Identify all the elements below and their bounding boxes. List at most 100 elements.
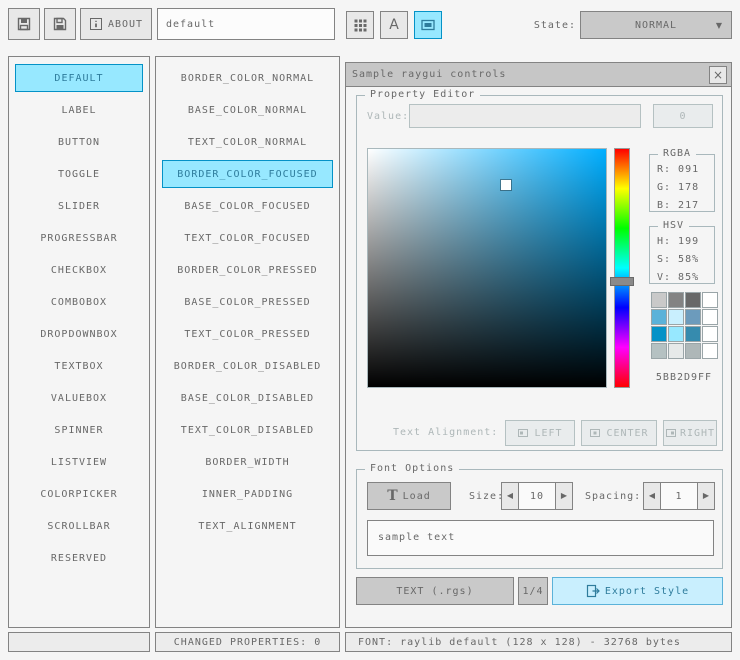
sample-controls-window: Sample raygui controls × Property Editor…	[345, 62, 732, 628]
spacing-label: Spacing:	[585, 491, 642, 502]
list-item-base_color_normal[interactable]: BASE_COLOR_NORMAL	[162, 96, 333, 124]
palette-swatch[interactable]	[668, 343, 684, 359]
style-table-view-button[interactable]	[346, 11, 374, 39]
size-increment-button[interactable]: ▶	[555, 482, 573, 510]
palette-swatch[interactable]	[668, 326, 684, 342]
list-item-text_color_focused[interactable]: TEXT_COLOR_FOCUSED	[162, 224, 333, 252]
color-picker-cursor[interactable]	[501, 179, 512, 190]
list-item-slider[interactable]: SLIDER	[15, 192, 143, 220]
chevron-down-icon: ▼	[715, 21, 722, 30]
palette-swatch[interactable]	[702, 343, 718, 359]
hue-slider-handle[interactable]	[610, 276, 634, 286]
save-icon	[51, 15, 69, 33]
list-item-border_color_focused[interactable]: BORDER_COLOR_FOCUSED	[162, 160, 333, 188]
list-item-border_color_disabled[interactable]: BORDER_COLOR_DISABLED	[162, 352, 333, 380]
list-item-valuebox[interactable]: VALUEBOX	[15, 384, 143, 412]
save-file-button[interactable]	[44, 8, 76, 40]
control-types-list: DEFAULT LABEL BUTTON TOGGLE SLIDER PROGRESSBA…	[8, 56, 150, 628]
export-format-button[interactable]: TEXT (.rgs)	[356, 577, 514, 605]
load-font-button[interactable]: T Load	[367, 482, 451, 510]
rgba-title: RGBA	[658, 147, 697, 161]
list-item-progressbar[interactable]: PROGRESSBAR	[15, 224, 143, 252]
palette-swatch[interactable]	[668, 292, 684, 308]
list-item-checkbox[interactable]: CHECKBOX	[15, 256, 143, 284]
align-left-button[interactable]: LEFT	[505, 420, 575, 446]
window-titlebar[interactable]: Sample raygui controls ×	[346, 63, 731, 87]
palette-swatch[interactable]	[685, 326, 701, 342]
load-file-button[interactable]	[8, 8, 40, 40]
palette-swatch[interactable]	[651, 292, 667, 308]
list-item-listview[interactable]: LISTVIEW	[15, 448, 143, 476]
list-item-textbox[interactable]: TEXTBOX	[15, 352, 143, 380]
spacing-decrement-button[interactable]: ◀	[643, 482, 661, 510]
font-load-icon: T	[387, 488, 398, 504]
color-saturation-value-panel[interactable]	[367, 148, 607, 388]
palette-swatch[interactable]	[685, 343, 701, 359]
palette-swatch[interactable]	[651, 343, 667, 359]
export-icon	[586, 584, 600, 598]
palette-swatch[interactable]	[702, 292, 718, 308]
export-style-button[interactable]: Export Style	[552, 577, 723, 605]
list-item-button[interactable]: BUTTON	[15, 128, 143, 156]
value-value: V: 85%	[657, 272, 700, 283]
property-editor-title: Property Editor	[365, 88, 481, 102]
list-item-default[interactable]: DEFAULT	[15, 64, 143, 92]
align-center-button[interactable]: CENTER	[581, 420, 657, 446]
status-font-info: FONT: raylib default (128 x 128) - 32768…	[345, 632, 732, 652]
list-item-dropdownbox[interactable]: DROPDOWNBOX	[15, 320, 143, 348]
value-input[interactable]	[409, 104, 641, 128]
letter-a-icon: A	[389, 17, 399, 33]
font-view-button[interactable]: A	[380, 11, 408, 39]
color-palette-grid	[651, 292, 719, 360]
list-item-toggle[interactable]: TOGGLE	[15, 160, 143, 188]
list-item-scrollbar[interactable]: SCROLLBAR	[15, 512, 143, 540]
list-item-base_color_pressed[interactable]: BASE_COLOR_PRESSED	[162, 288, 333, 316]
list-item-border_width[interactable]: BORDER_WIDTH	[162, 448, 333, 476]
list-item-border_color_pressed[interactable]: BORDER_COLOR_PRESSED	[162, 256, 333, 284]
list-item-border_color_normal[interactable]: BORDER_COLOR_NORMAL	[162, 64, 333, 92]
size-decrement-button[interactable]: ◀	[501, 482, 519, 510]
align-right-button[interactable]: RIGHT	[663, 420, 717, 446]
list-item-reserved[interactable]: RESERVED	[15, 544, 143, 572]
palette-swatch[interactable]	[668, 309, 684, 325]
list-item-inner_padding[interactable]: INNER_PADDING	[162, 480, 333, 508]
palette-swatch[interactable]	[685, 309, 701, 325]
list-item-text_color_disabled[interactable]: TEXT_COLOR_DISABLED	[162, 416, 333, 444]
hue-value: H: 199	[657, 236, 700, 247]
align-right-icon	[665, 427, 677, 439]
palette-swatch[interactable]	[651, 326, 667, 342]
right-arrow-icon: ▶	[702, 491, 710, 500]
list-item-text_color_pressed[interactable]: TEXT_COLOR_PRESSED	[162, 320, 333, 348]
list-item-base_color_disabled[interactable]: BASE_COLOR_DISABLED	[162, 384, 333, 412]
controls-view-button[interactable]	[414, 11, 442, 39]
palette-swatch[interactable]	[702, 309, 718, 325]
palette-swatch[interactable]	[702, 326, 718, 342]
format-pager-button[interactable]: 1/4	[518, 577, 548, 605]
align-center-icon	[589, 427, 601, 439]
list-item-label[interactable]: LABEL	[15, 96, 143, 124]
spacing-value[interactable]: 1	[660, 482, 698, 510]
list-item-base_color_focused[interactable]: BASE_COLOR_FOCUSED	[162, 192, 333, 220]
value-apply-button[interactable]: 0	[653, 104, 713, 128]
hex-value: 5BB2D9FF	[655, 372, 713, 383]
font-options-title: Font Options	[365, 462, 460, 476]
list-item-text_color_normal[interactable]: TEXT_COLOR_NORMAL	[162, 128, 333, 156]
close-button[interactable]: ×	[709, 66, 727, 84]
state-dropdown[interactable]: NORMAL ▼	[580, 11, 732, 39]
palette-swatch[interactable]	[651, 309, 667, 325]
style-name-input[interactable]	[157, 8, 335, 40]
saturation-value: S: 58%	[657, 254, 700, 265]
about-button[interactable]: ABOUT	[80, 8, 152, 40]
size-value[interactable]: 10	[518, 482, 556, 510]
sample-text-box[interactable]: sample text	[367, 520, 714, 556]
list-item-text_alignment[interactable]: TEXT_ALIGNMENT	[162, 512, 333, 540]
font-options-group: Font Options T Load Size: ◀ 10 ▶ Spacing…	[356, 462, 723, 569]
list-item-colorpicker[interactable]: COLORPICKER	[15, 480, 143, 508]
list-item-combobox[interactable]: COMBOBOX	[15, 288, 143, 316]
palette-swatch[interactable]	[685, 292, 701, 308]
list-item-spinner[interactable]: SPINNER	[15, 416, 143, 444]
spacing-increment-button[interactable]: ▶	[697, 482, 715, 510]
status-panel-left	[8, 632, 150, 652]
hue-bar[interactable]	[614, 148, 630, 388]
about-label: ABOUT	[107, 18, 144, 30]
